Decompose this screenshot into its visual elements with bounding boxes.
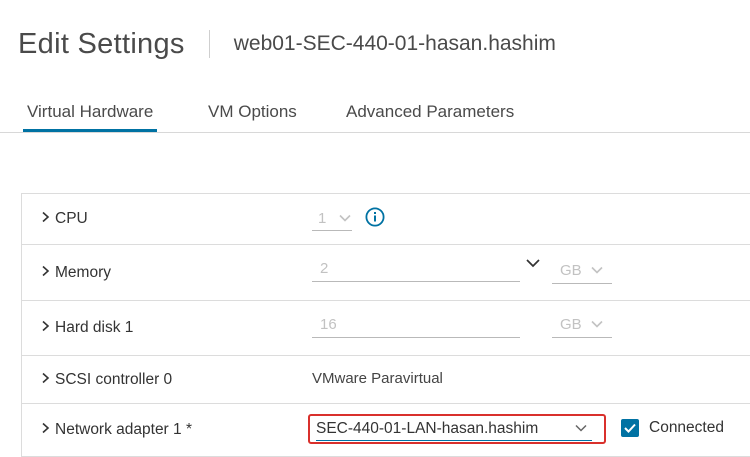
chevron-right-icon [41, 371, 53, 389]
tab-bar: Virtual Hardware VM Options Advanced Par… [0, 94, 750, 133]
network-adapter-row: Network adapter 1 * SEC-440-01-LAN-hasan… [22, 404, 750, 457]
network-select-value: SEC-440-01-LAN-hasan.hashim [316, 420, 539, 437]
memory-row: Memory 2 GB [22, 245, 750, 301]
vm-name: web01-SEC-440-01-hasan.hashim [233, 32, 556, 55]
chevron-right-icon [41, 210, 53, 228]
scsi-label: SCSI controller 0 [55, 370, 173, 388]
memory-expander[interactable]: Memory [41, 264, 111, 282]
hard-disk-row: Hard disk 1 16 GB [22, 301, 750, 356]
chevron-right-icon [41, 319, 53, 337]
cpu-count-select[interactable]: 1 [312, 207, 352, 231]
memory-label: Memory [55, 263, 111, 281]
tab-advanced-parameters[interactable]: Advanced Parameters [346, 102, 514, 132]
hardware-grid: CPU 1 Memory 2 GB Hard disk 1 16 GB SCSI… [21, 193, 750, 457]
cpu-expander[interactable]: CPU [41, 210, 88, 228]
network-select-highlight: SEC-440-01-LAN-hasan.hashim [308, 414, 606, 444]
tab-virtual-hardware[interactable]: Virtual Hardware [23, 102, 158, 132]
hard-disk-unit-select[interactable]: GB [552, 312, 612, 338]
cpu-count-value: 1 [318, 210, 327, 227]
hard-disk-expander[interactable]: Hard disk 1 [41, 319, 133, 337]
network-adapter-expander[interactable]: Network adapter 1 * [41, 421, 192, 439]
hard-disk-input[interactable]: 16 [312, 312, 520, 338]
connected-checkbox[interactable] [621, 419, 639, 437]
chevron-down-icon[interactable] [525, 256, 541, 274]
scsi-type-value: VMware Paravirtual [312, 370, 443, 387]
memory-unit-select[interactable]: GB [552, 258, 612, 284]
connected-label[interactable]: Connected [649, 419, 724, 437]
memory-value: 2 [320, 260, 329, 277]
network-select[interactable]: SEC-440-01-LAN-hasan.hashim [316, 418, 592, 441]
chevron-down-icon [590, 316, 604, 333]
scsi-expander[interactable]: SCSI controller 0 [41, 371, 172, 389]
hard-disk-value: 16 [320, 316, 337, 333]
network-adapter-label: Network adapter 1 * [55, 421, 192, 438]
chevron-down-icon [574, 420, 588, 438]
dialog-header: Edit Settings web01-SEC-440-01-hasan.has… [18, 24, 556, 64]
chevron-down-icon [590, 262, 604, 279]
memory-input[interactable]: 2 [312, 256, 520, 282]
tab-vm-options[interactable]: VM Options [208, 102, 297, 132]
hard-disk-label: Hard disk 1 [55, 319, 134, 336]
scsi-row: SCSI controller 0 VMware Paravirtual [22, 356, 750, 404]
cpu-label: CPU [55, 210, 88, 227]
memory-unit: GB [560, 262, 582, 279]
chevron-down-icon [338, 210, 352, 227]
hard-disk-unit: GB [560, 316, 582, 333]
cpu-row: CPU 1 [22, 194, 750, 245]
chevron-right-icon [41, 421, 53, 439]
info-icon[interactable] [365, 207, 385, 227]
header-divider [208, 30, 210, 58]
dialog-title: Edit Settings [18, 27, 185, 60]
chevron-right-icon [41, 264, 53, 282]
